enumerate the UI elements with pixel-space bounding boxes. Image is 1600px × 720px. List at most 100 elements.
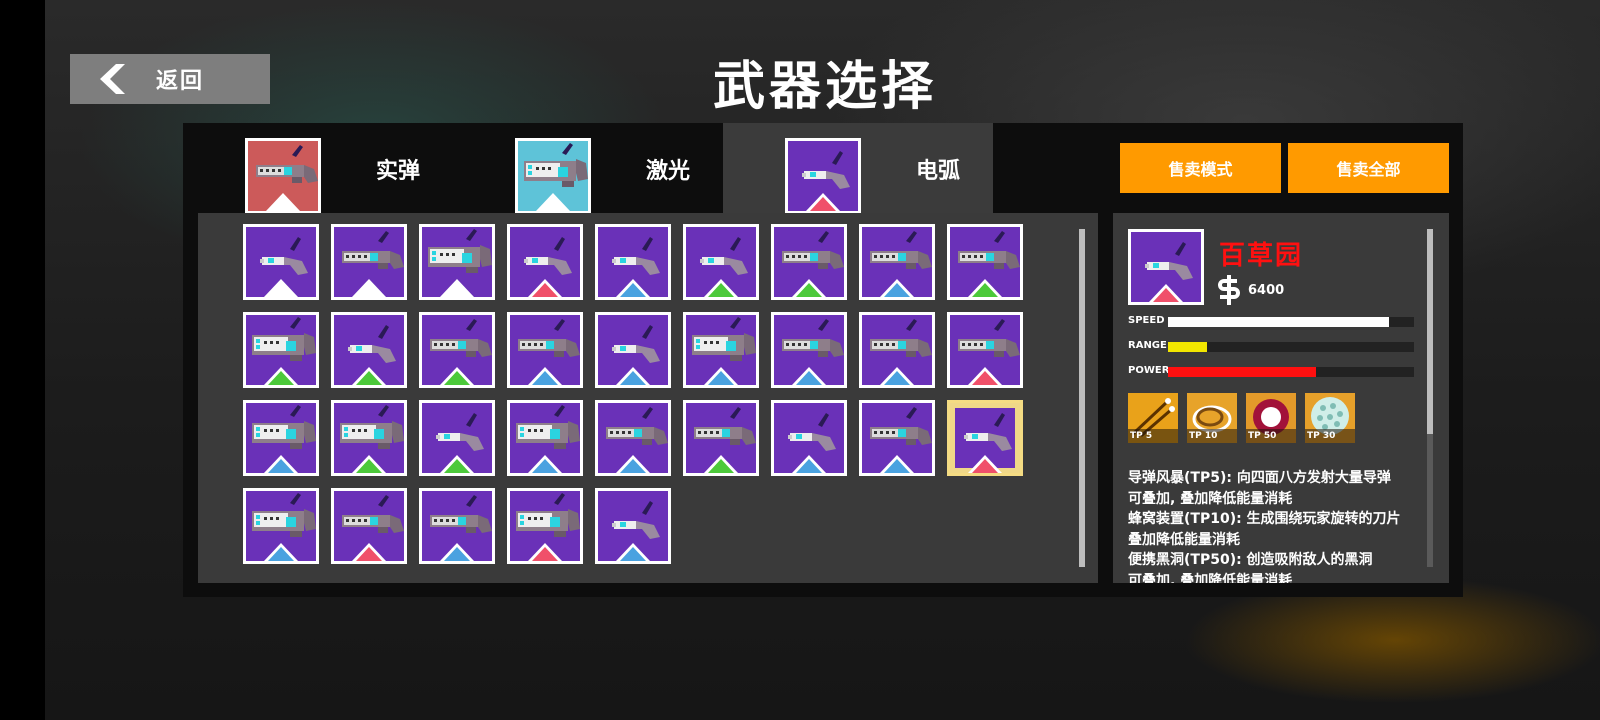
arc-gun-icon: [428, 229, 492, 297]
detail-scrollbar[interactable]: [1427, 229, 1433, 567]
arc-gun-icon: [612, 501, 660, 561]
detail-scrollbar-thumb[interactable]: [1427, 229, 1433, 434]
weapon-slot[interactable]: [243, 400, 319, 476]
weapon-slot[interactable]: [683, 400, 759, 476]
weapon-slot[interactable]: [507, 312, 583, 388]
weapon-slot[interactable]: [331, 312, 407, 388]
weapon-grid: [198, 213, 1098, 583]
weapon-slot[interactable]: [683, 312, 759, 388]
weapon-slot[interactable]: [419, 488, 495, 564]
skill-tp-label: TP 5: [1128, 429, 1178, 443]
weapon-slot[interactable]: [947, 312, 1023, 388]
weapon-detail-panel: 百草园 6400 SPEED RANGE POWER TP 5 TP 10 TP…: [1113, 213, 1449, 583]
arc-gun-icon: [342, 231, 404, 297]
weapon-slot[interactable]: [507, 400, 583, 476]
skill-shield-ball[interactable]: TP 30: [1305, 393, 1355, 443]
weapon-slot[interactable]: [859, 400, 935, 476]
laser-gun-icon: [515, 138, 591, 214]
weapon-slot[interactable]: [243, 488, 319, 564]
arc-gun-icon: [958, 319, 1020, 385]
stat-speed-fill: [1168, 317, 1390, 327]
arc-gun-icon: [870, 231, 932, 297]
skill-hive-blades[interactable]: TP 10: [1187, 393, 1237, 443]
arc-gun-icon: [782, 319, 844, 385]
stat-speed-label: SPEED: [1128, 315, 1165, 326]
weapon-slot[interactable]: [771, 224, 847, 300]
weapon-slot[interactable]: [859, 224, 935, 300]
weapon-slot[interactable]: [419, 312, 495, 388]
arc-gun-icon: [436, 413, 484, 473]
arc-gun-icon: [692, 317, 756, 385]
weapon-slot-selected[interactable]: [947, 400, 1023, 476]
arc-gun-icon: [252, 317, 316, 385]
arc-gun-icon: [524, 237, 572, 297]
arc-gun-icon: [612, 237, 660, 297]
grid-scrollbar-thumb[interactable]: [1079, 229, 1085, 567]
arc-gun-icon: [606, 407, 668, 473]
weapon-slot[interactable]: [419, 224, 495, 300]
stat-range-fill: [1168, 342, 1208, 352]
description-line: 可叠加, 叠加降低能量消耗: [1128, 572, 1293, 584]
weapon-slot[interactable]: [595, 400, 671, 476]
arc-gun-icon: [788, 413, 836, 473]
arc-gun-icon: [1128, 229, 1204, 305]
weapon-slot[interactable]: [507, 224, 583, 300]
tab-label: 实弹: [375, 159, 420, 184]
description-line: 便携黑洞(TP50): 创造吸附敌人的黑洞: [1128, 552, 1373, 568]
weapon-slot[interactable]: [419, 400, 495, 476]
skill-description: 导弹风暴(TP5): 向四面八方发射大量导弹 可叠加, 叠加降低能量消耗 蜂窝装…: [1128, 468, 1433, 583]
weapon-price: 6400: [1248, 283, 1285, 298]
description-line: 叠加降低能量消耗: [1128, 531, 1240, 548]
sell-mode-button[interactable]: 售卖模式: [1120, 143, 1281, 193]
arc-gun-icon: [260, 237, 308, 297]
grid-scrollbar[interactable]: [1079, 229, 1085, 567]
arc-gun-icon: [430, 495, 492, 561]
weapon-slot[interactable]: [771, 312, 847, 388]
tab-label: 电弧: [915, 159, 960, 184]
weapon-slot[interactable]: [595, 224, 671, 300]
weapon-name: 百草园: [1219, 241, 1304, 271]
tab-label: 激光: [645, 159, 690, 184]
arc-gun-icon: [870, 319, 932, 385]
arc-gun-icon: [958, 231, 1020, 297]
tab-arc[interactable]: 电弧: [723, 123, 993, 214]
stat-power-label: POWER: [1128, 365, 1170, 376]
stat-range-label: RANGE: [1128, 340, 1167, 351]
stat-power-bar: [1168, 367, 1414, 377]
weapon-slot[interactable]: [859, 312, 935, 388]
weapon-slot[interactable]: [243, 224, 319, 300]
arc-gun-icon: [430, 319, 492, 385]
weapon-slot[interactable]: [243, 312, 319, 388]
arc-gun-icon: [785, 138, 861, 214]
weapon-slot[interactable]: [331, 488, 407, 564]
weapon-slot[interactable]: [683, 224, 759, 300]
arc-gun-icon: [252, 493, 316, 561]
weapon-slot[interactable]: [771, 400, 847, 476]
stat-range-bar: [1168, 342, 1414, 352]
arc-gun-icon: [518, 319, 580, 385]
weapon-slot[interactable]: [947, 224, 1023, 300]
weapon-slot[interactable]: [331, 224, 407, 300]
arc-gun-icon: [252, 405, 316, 473]
tab-laser[interactable]: 激光: [453, 123, 723, 214]
dollar-icon: [1218, 275, 1240, 305]
skill-black-hole[interactable]: TP 50: [1246, 393, 1296, 443]
weapon-slot[interactable]: [595, 312, 671, 388]
bullet-gun-icon: [245, 138, 321, 214]
arc-gun-icon: [694, 407, 756, 473]
skill-missile-storm[interactable]: TP 5: [1128, 393, 1178, 443]
weapon-slot[interactable]: [331, 400, 407, 476]
arc-gun-icon: [612, 325, 660, 385]
skill-tp-label: TP 10: [1187, 429, 1237, 443]
arc-gun-icon: [340, 405, 404, 473]
arc-gun-icon: [700, 237, 748, 297]
tab-bullet[interactable]: 实弹: [183, 123, 453, 214]
weapon-slot[interactable]: [507, 488, 583, 564]
weapon-slot[interactable]: [595, 488, 671, 564]
arc-gun-icon: [964, 413, 1012, 473]
description-line: 可叠加, 叠加降低能量消耗: [1128, 490, 1293, 507]
skill-tp-label: TP 30: [1305, 429, 1355, 443]
sell-all-button[interactable]: 售卖全部: [1288, 143, 1449, 193]
arc-gun-icon: [342, 495, 404, 561]
page-title: 武器选择: [712, 57, 937, 117]
